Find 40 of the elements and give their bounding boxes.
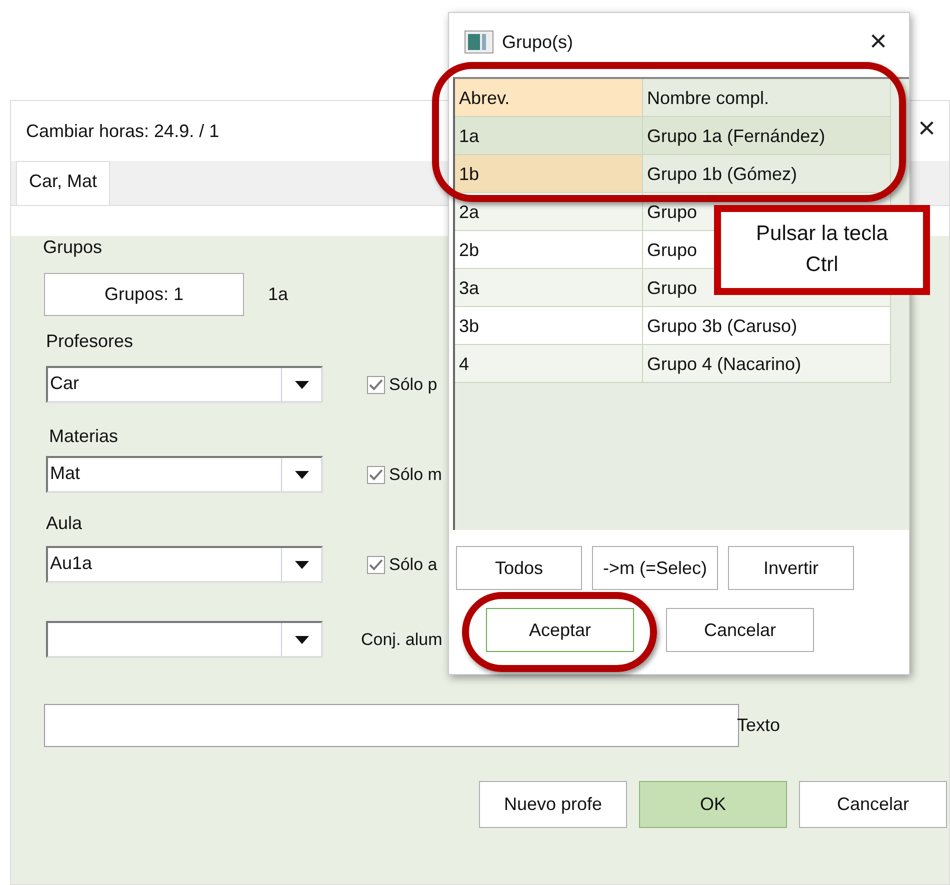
accept-button[interactable]: Aceptar xyxy=(486,608,634,652)
ok-button[interactable]: OK xyxy=(639,781,787,828)
field-label: Grupos xyxy=(43,236,102,258)
checkbox[interactable] xyxy=(367,376,385,394)
dropdown-field[interactable]: Au1a xyxy=(46,546,323,583)
window-title: Cambiar horas: 24.9. / 1 xyxy=(26,120,220,142)
dialog-button[interactable]: Cancelar xyxy=(799,781,947,828)
checkbox-label: Sólo m xyxy=(389,464,442,486)
tab[interactable]: Car, Mat xyxy=(16,161,110,205)
checkbox[interactable] xyxy=(367,466,385,484)
caret-icon xyxy=(294,560,308,568)
dropdown-field[interactable] xyxy=(46,621,323,658)
field-label: Materias xyxy=(49,425,118,447)
window-title: Grupo(s) xyxy=(502,30,574,54)
dialog-button[interactable]: ->m (=Selec) xyxy=(592,546,718,590)
dropdown-field[interactable]: Mat xyxy=(46,456,323,493)
hint-callout: Pulsar la tecla Ctrl xyxy=(714,205,930,295)
close-button[interactable]: × xyxy=(863,27,893,57)
checkbox[interactable] xyxy=(367,556,385,574)
close-button[interactable]: × xyxy=(912,114,942,144)
column-header[interactable]: Nombre compl. xyxy=(643,79,891,117)
groups-button[interactable]: Grupos: 1 xyxy=(44,273,244,316)
field-label: Aula xyxy=(46,512,82,534)
dialog-button[interactable]: Todos xyxy=(456,546,582,590)
dialog-button[interactable]: Cancelar xyxy=(666,608,814,652)
field-label: Conj. alum xyxy=(361,628,442,651)
caret-icon xyxy=(294,636,308,644)
field-label: Texto xyxy=(737,714,780,737)
field-label: Profesores xyxy=(46,330,134,352)
checkbox-label: Sólo p xyxy=(389,374,438,396)
group-value: 1a xyxy=(268,283,288,306)
caret-icon xyxy=(294,380,308,388)
text-field[interactable] xyxy=(44,704,739,747)
dialog-button[interactable]: Nuevo profe xyxy=(479,781,627,828)
checkbox-label: Sólo a xyxy=(389,554,438,576)
dialog-button[interactable]: Invertir xyxy=(728,546,854,590)
dropdown-field[interactable]: Car xyxy=(46,366,323,403)
column-header[interactable]: Abrev. xyxy=(455,79,643,117)
caret-icon xyxy=(294,470,308,478)
window-icon xyxy=(464,30,494,54)
